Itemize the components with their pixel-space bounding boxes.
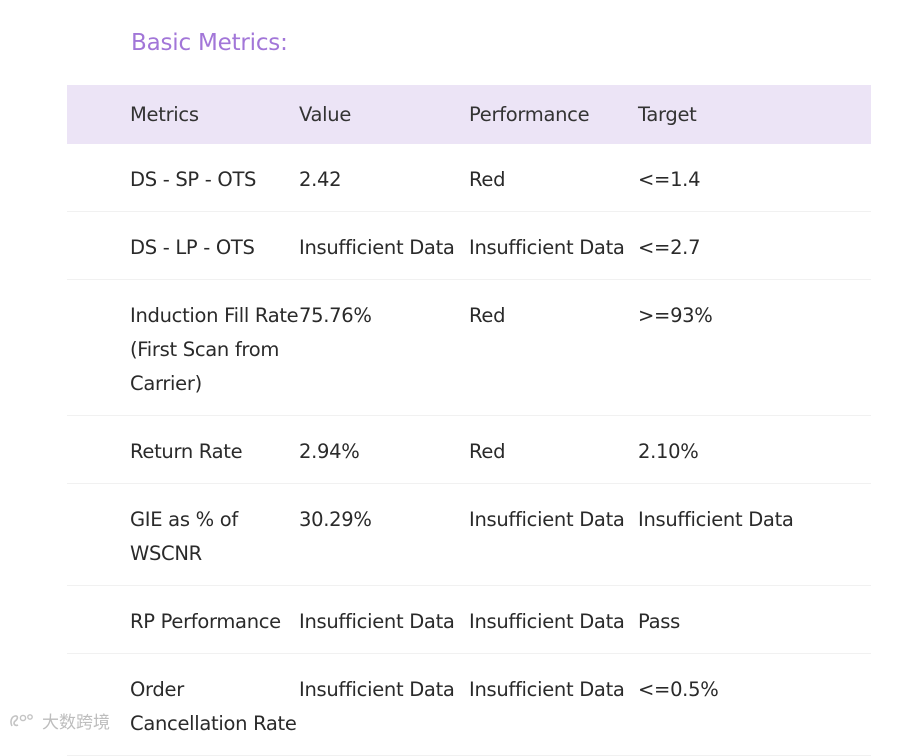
- row-spacer: [67, 653, 130, 756]
- cell-metric: Return Rate: [130, 415, 299, 484]
- cell-value: Insufficient Data: [299, 585, 469, 654]
- cell-metric: DS - SP - OTS: [130, 144, 299, 212]
- cell-target: Pass: [638, 585, 871, 654]
- watermark-text: 大数跨境: [42, 713, 110, 733]
- table-header-row: Metrics Value Performance Target: [67, 85, 871, 144]
- cell-performance: Red: [469, 144, 638, 212]
- cell-target: <=1.4: [638, 144, 871, 212]
- cell-metric: GIE as % of WSCNR: [130, 483, 299, 586]
- cell-performance: Insufficient Data: [469, 653, 638, 756]
- cell-value: 75.76%: [299, 279, 469, 416]
- row-spacer: [67, 211, 130, 280]
- cell-metric: Induction Fill Rate (First Scan from Car…: [130, 279, 299, 416]
- cell-performance: Red: [469, 415, 638, 484]
- cell-target: >=93%: [638, 279, 871, 416]
- cell-value: Insufficient Data: [299, 211, 469, 280]
- cell-performance: Insufficient Data: [469, 585, 638, 654]
- row-spacer: [67, 144, 130, 212]
- row-spacer: [67, 483, 130, 586]
- header-performance: Performance: [469, 85, 638, 144]
- header-spacer: [67, 85, 130, 144]
- cell-value: 2.94%: [299, 415, 469, 484]
- table-row: Return Rate 2.94% Red 2.10%: [67, 415, 871, 484]
- table-row: RP Performance Insufficient Data Insuffi…: [67, 585, 871, 654]
- brand-logo-icon: [8, 712, 38, 730]
- watermark: 大数跨境: [8, 708, 110, 733]
- header-value: Value: [299, 85, 469, 144]
- row-spacer: [67, 279, 130, 416]
- cell-value: 2.42: [299, 144, 469, 212]
- row-spacer: [67, 415, 130, 484]
- table-row: Order Cancellation Rate Insufficient Dat…: [67, 653, 871, 756]
- cell-performance: Red: [469, 279, 638, 416]
- cell-metric: DS - LP - OTS: [130, 211, 299, 280]
- table-row: GIE as % of WSCNR 30.29% Insufficient Da…: [67, 483, 871, 586]
- header-metrics: Metrics: [130, 85, 299, 144]
- cell-target: 2.10%: [638, 415, 871, 484]
- cell-metric: RP Performance: [130, 585, 299, 654]
- basic-metrics-table: Metrics Value Performance Target DS - SP…: [67, 85, 871, 756]
- cell-target: Insufficient Data: [638, 483, 871, 586]
- row-spacer: [67, 585, 130, 654]
- table-row: DS - SP - OTS 2.42 Red <=1.4: [67, 144, 871, 212]
- cell-performance: Insufficient Data: [469, 483, 638, 586]
- cell-metric: Order Cancellation Rate: [130, 653, 299, 756]
- table-row: DS - LP - OTS Insufficient Data Insuffic…: [67, 211, 871, 280]
- cell-performance: Insufficient Data: [469, 211, 638, 280]
- cell-value: Insufficient Data: [299, 653, 469, 756]
- cell-target: <=2.7: [638, 211, 871, 280]
- cell-value: 30.29%: [299, 483, 469, 586]
- header-target: Target: [638, 85, 871, 144]
- section-title: Basic Metrics:: [131, 30, 288, 56]
- table-row: Induction Fill Rate (First Scan from Car…: [67, 279, 871, 416]
- cell-target: <=0.5%: [638, 653, 871, 756]
